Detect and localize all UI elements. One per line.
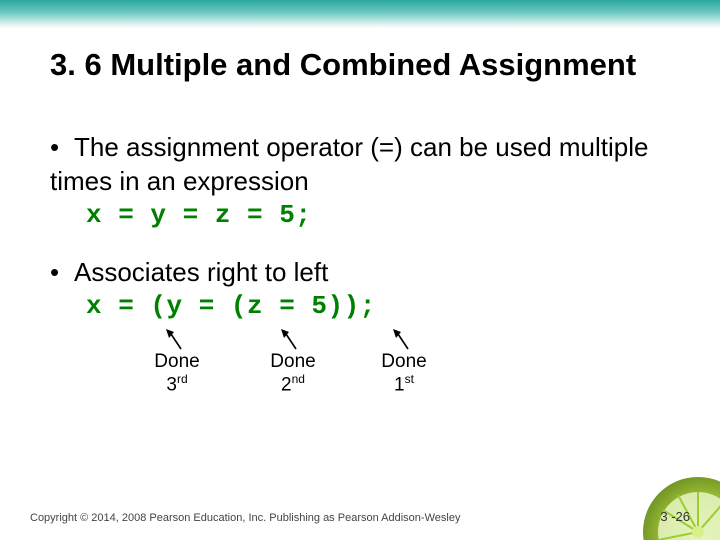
header-gradient xyxy=(0,0,720,28)
copyright-footer: Copyright © 2014, 2008 Pearson Education… xyxy=(30,512,460,524)
bullet-marker: • xyxy=(50,255,74,289)
bullet-marker: • xyxy=(50,130,74,164)
done-label-3rd: Done 3rd xyxy=(142,351,212,396)
bullet-2: •Associates right to left x = (y = (z = … xyxy=(50,255,670,406)
bullet-1-code: x = y = z = 5; xyxy=(50,198,670,232)
bullet-1: •The assignment operator (=) can be used… xyxy=(50,130,670,233)
bullet-1-text: The assignment operator (=) can be used … xyxy=(50,132,648,196)
done-label-1st: Done 1st xyxy=(369,351,439,396)
done-label-2nd: Done 2nd xyxy=(258,351,328,396)
bullet-2-code: x = (y = (z = 5)); xyxy=(50,289,670,323)
slide-title: 3. 6 Multiple and Combined Assignment xyxy=(0,28,720,85)
done-annotations: Done 3rd Done 2nd Done 1st xyxy=(50,325,670,405)
slide-body: •The assignment operator (=) can be used… xyxy=(0,85,720,406)
page-number: 3 -26 xyxy=(660,509,690,524)
bullet-2-text: Associates right to left xyxy=(74,257,328,287)
lime-decoration xyxy=(628,470,720,540)
arrow-icon xyxy=(163,329,193,353)
arrow-icon xyxy=(278,329,308,353)
arrow-icon xyxy=(390,329,420,353)
